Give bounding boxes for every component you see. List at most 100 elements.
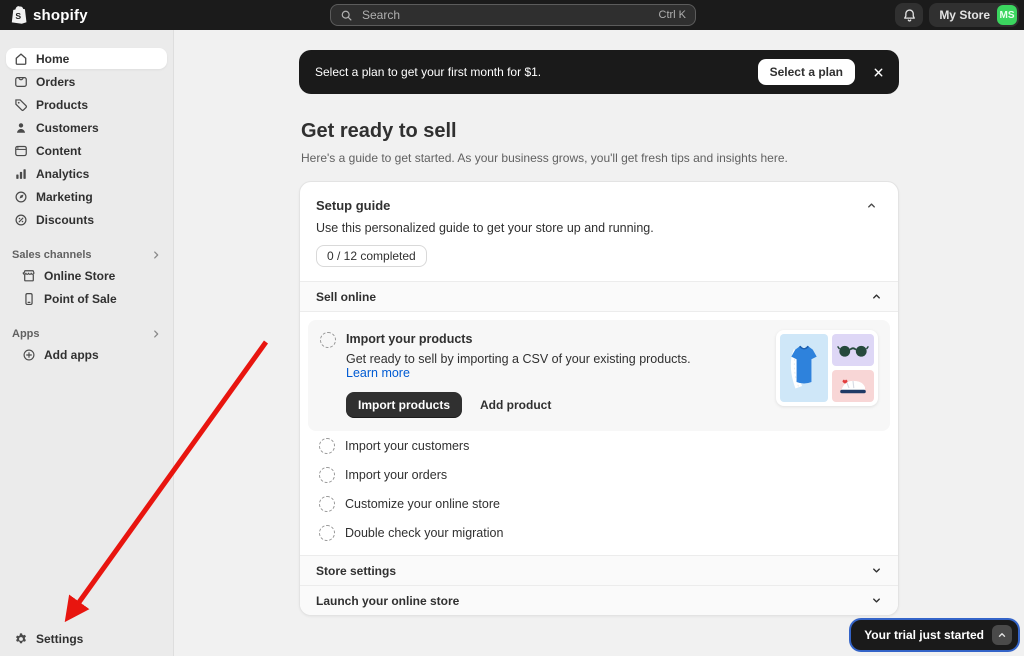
task-label: Double check your migration (345, 526, 503, 540)
sidebar-item-customers[interactable]: Customers (6, 117, 167, 138)
section-title: Sell online (316, 290, 376, 304)
section-title: Launch your online store (316, 594, 459, 608)
storefront-icon (22, 269, 36, 283)
progress-badge: 0 / 12 completed (316, 245, 427, 267)
apps-header[interactable]: Apps (0, 326, 173, 342)
chevron-up-icon (866, 200, 877, 211)
page-subtitle: Here's a guide to get started. As your b… (301, 151, 899, 165)
logo-letter: S (15, 11, 21, 21)
task-label: Customize your online store (345, 497, 500, 511)
settings-label: Settings (36, 632, 83, 646)
sidebar-item-point-of-sale[interactable]: Point of Sale (14, 288, 167, 309)
sidebar-item-label: Products (36, 98, 88, 112)
sidebar-item-online-store[interactable]: Online Store (14, 265, 167, 286)
task-double-check-migration[interactable]: Double check your migration (308, 519, 890, 547)
trial-label: Your trial just started (864, 628, 984, 642)
apps-label: Apps (12, 328, 40, 340)
setup-guide-collapse-button[interactable] (860, 195, 882, 215)
task-customize-online-store[interactable]: Customize your online store (308, 490, 890, 518)
chevron-right-icon (151, 250, 161, 260)
marketing-icon (14, 190, 28, 204)
sidebar-item-content[interactable]: Content (6, 140, 167, 161)
shopify-logo[interactable]: S shopify (10, 0, 88, 30)
section-launch-online-store[interactable]: Launch your online store (300, 585, 898, 615)
store-menu-button[interactable]: My Store MS (929, 3, 1019, 27)
plan-banner-message: Select a plan to get your first month fo… (315, 65, 748, 79)
sidebar-item-home[interactable]: Home (6, 48, 167, 69)
chevron-up-icon (992, 625, 1012, 645)
sell-online-tasks: Import your products Get ready to sell b… (300, 311, 898, 555)
notifications-button[interactable] (895, 3, 923, 27)
section-store-settings[interactable]: Store settings (300, 555, 898, 585)
store-name: My Store (939, 8, 990, 22)
logo-wordmark: shopify (33, 7, 88, 24)
search-shortcut: Ctrl K (659, 9, 687, 21)
sidebar-item-label: Point of Sale (44, 292, 117, 306)
sidebar-item-add-apps[interactable]: Add apps (14, 344, 167, 365)
task-title: Import your products (346, 332, 716, 346)
tshirt-icon (783, 338, 825, 398)
task-import-products[interactable]: Import your products Get ready to sell b… (308, 320, 890, 431)
task-checkbox[interactable] (319, 525, 335, 541)
sidebar-item-label: Add apps (44, 348, 99, 362)
banner-close-button[interactable] (865, 59, 891, 85)
task-checkbox[interactable] (319, 438, 335, 454)
setup-guide-card: Setup guide Use this personalized guide … (299, 181, 899, 616)
avatar: MS (997, 5, 1017, 25)
tshirt-image (780, 334, 828, 402)
sidebar: Home Orders Products Customers (0, 30, 174, 656)
page-title: Get ready to sell (301, 120, 899, 143)
global-search[interactable]: Ctrl K (330, 4, 696, 26)
shopify-bag-icon: S (10, 5, 28, 25)
task-label: Import your orders (345, 468, 447, 482)
sidebar-item-label: Home (36, 52, 69, 66)
sidebar-item-discounts[interactable]: Discounts (6, 209, 167, 230)
sidebar-item-label: Marketing (36, 190, 93, 204)
task-label: Import your customers (345, 439, 469, 453)
topbar-right: My Store MS (895, 3, 1019, 27)
task-checkbox[interactable] (319, 467, 335, 483)
add-product-button[interactable]: Add product (472, 392, 559, 418)
content-icon (14, 144, 28, 158)
main-content: Select a plan to get your first month fo… (174, 30, 1024, 656)
person-icon (14, 121, 28, 135)
sidebar-item-label: Discounts (36, 213, 94, 227)
sidebar-item-marketing[interactable]: Marketing (6, 186, 167, 207)
plus-circle-icon (22, 348, 36, 362)
home-icon (14, 52, 28, 66)
learn-more-link[interactable]: Learn more (346, 366, 410, 380)
search-input[interactable] (360, 7, 652, 23)
bar-chart-icon (14, 167, 28, 181)
import-products-button[interactable]: Import products (346, 392, 462, 418)
sidebar-item-label: Online Store (44, 269, 115, 283)
sunglasses-image (832, 334, 874, 366)
sidebar-item-products[interactable]: Products (6, 94, 167, 115)
sidebar-item-orders[interactable]: Orders (6, 71, 167, 92)
gear-icon (14, 632, 28, 646)
select-plan-button[interactable]: Select a plan (758, 59, 855, 85)
search-icon (340, 9, 353, 22)
trial-status-button[interactable]: Your trial just started (851, 620, 1018, 650)
sidebar-item-analytics[interactable]: Analytics (6, 163, 167, 184)
task-checkbox[interactable] (320, 332, 336, 348)
chevron-down-icon (871, 595, 882, 606)
sales-channels-header[interactable]: Sales channels (0, 247, 173, 263)
sunglasses-icon (836, 343, 870, 358)
task-import-customers[interactable]: Import your customers (308, 432, 890, 460)
chevron-right-icon (151, 329, 161, 339)
chevron-down-icon (871, 565, 882, 576)
setup-guide-header: Setup guide Use this personalized guide … (300, 182, 898, 281)
sales-channels-label: Sales channels (12, 249, 92, 261)
sidebar-item-label: Customers (36, 121, 99, 135)
sidebar-item-label: Content (36, 144, 81, 158)
section-sell-online[interactable]: Sell online (300, 281, 898, 311)
topbar: S shopify Ctrl K My Store MS (0, 0, 1024, 30)
task-description: Get ready to sell by importing a CSV of … (346, 352, 716, 380)
sidebar-item-label: Orders (36, 75, 75, 89)
chevron-up-icon (871, 291, 882, 302)
task-checkbox[interactable] (319, 496, 335, 512)
discount-icon (14, 213, 28, 227)
task-import-orders[interactable]: Import your orders (308, 461, 890, 489)
sidebar-item-settings[interactable]: Settings (6, 628, 167, 650)
bell-icon (902, 8, 917, 23)
